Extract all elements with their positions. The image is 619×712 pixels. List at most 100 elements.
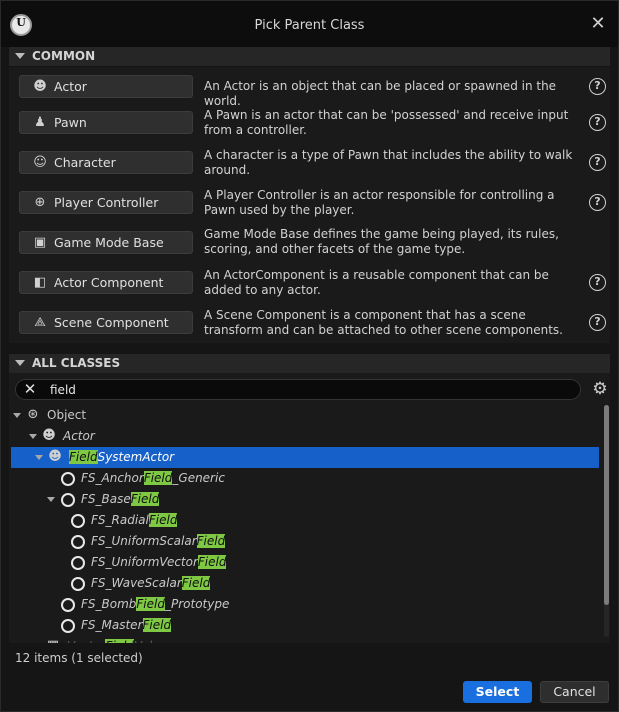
search-box[interactable]: ✕ — [15, 379, 581, 400]
dialog-title: Pick Parent Class — [254, 18, 365, 33]
help-icon[interactable]: ? — [589, 78, 606, 95]
pick-parent-class-dialog: U Pick Parent Class ✕ COMMON ☻ Actor An Ac… — [0, 0, 619, 712]
help-icon[interactable]: ? — [589, 314, 606, 331]
scene-component-button[interactable]: ⟁ Scene Component — [19, 311, 193, 334]
actor-component-icon: ◧ — [33, 275, 47, 290]
actor-component-button[interactable]: ◧ Actor Component — [19, 271, 193, 294]
scrollbar-thumb[interactable] — [604, 405, 609, 605]
object-icon: ⊛ — [27, 407, 39, 422]
circle-icon — [71, 577, 85, 591]
all-classes-panel: ✕ ⚙ ⊛Object☻Actor☻FieldSystemActorFS_Anc… — [9, 373, 610, 643]
class-button-label: Actor Component — [54, 275, 164, 290]
expand-arrow-icon[interactable] — [35, 455, 43, 460]
class-button-label: Pawn — [54, 115, 87, 130]
collapse-arrow-icon — [15, 52, 25, 59]
pawn-icon: ♟ — [34, 115, 46, 130]
tree-row[interactable]: ⊛ Object — [9, 405, 601, 426]
circle-icon — [71, 535, 85, 549]
circle-icon — [61, 619, 75, 633]
player-controller-button[interactable]: ⊕ Player Controller — [19, 191, 193, 214]
select-button[interactable]: Select — [463, 681, 532, 703]
gamepad-icon: ⊕ — [34, 195, 46, 210]
class-button-label: Character — [54, 155, 116, 170]
circle-icon — [61, 472, 75, 486]
collapse-arrow-icon — [15, 359, 25, 366]
class-button-label: Game Mode Base — [54, 235, 164, 250]
tree-label: FS_UniformVectorField — [91, 555, 227, 569]
status-text: 12 items (1 selected) — [15, 651, 143, 665]
close-icon[interactable]: ✕ — [589, 15, 607, 34]
tree-label: VectorFieldVolume — [67, 636, 179, 643]
tree-row[interactable]: ☻ Actor — [9, 426, 601, 447]
character-icon: ☺ — [33, 155, 47, 170]
class-description: A character is a type of Pawn that inclu… — [204, 148, 573, 177]
pawn-button[interactable]: ♟ Pawn — [19, 111, 193, 134]
class-description: A Scene Component is a component that ha… — [204, 308, 563, 337]
tree-row[interactable]: FS_WaveScalarField — [9, 573, 601, 594]
game-mode-base-button[interactable]: ▣ Game Mode Base — [19, 231, 193, 254]
game-mode-icon: ▣ — [33, 235, 47, 250]
tree-row[interactable]: FS_MasterField — [9, 615, 601, 636]
clear-search-icon[interactable]: ✕ — [23, 382, 37, 397]
class-description: An ActorComponent is a reusable componen… — [204, 268, 549, 297]
tree-label: Object — [47, 408, 87, 422]
expand-arrow-icon[interactable] — [47, 497, 55, 502]
common-classes-panel: ☻ Actor An Actor is an object that can be … — [9, 67, 610, 343]
tree-row[interactable]: ▦ VectorFieldVolume — [9, 636, 601, 643]
tree-label: FS_AnchorField_Generic — [81, 471, 225, 485]
tree-row[interactable]: FS_BombField_Prototype — [9, 594, 601, 615]
circle-icon — [61, 493, 75, 507]
help-icon[interactable]: ? — [589, 274, 606, 291]
tree-row[interactable]: FS_RadialField — [9, 510, 601, 531]
expand-arrow-icon[interactable] — [13, 413, 21, 418]
common-row-actor: ☻ Actor An Actor is an object that can be … — [19, 75, 610, 108]
tree-label: FS_BombField_Prototype — [81, 597, 230, 611]
help-icon[interactable]: ? — [589, 154, 606, 171]
common-row-actor-component: ◧ Actor Component An ActorComponent is a r… — [19, 268, 610, 297]
class-description: Game Mode Base defines the game being pl… — [204, 227, 559, 256]
tree-scrollbar[interactable] — [604, 405, 609, 637]
class-description: A Player Controller is an actor responsi… — [204, 188, 555, 217]
actor-button[interactable]: ☻ Actor — [19, 75, 193, 98]
actor-icon: ☻ — [42, 428, 56, 443]
circle-icon — [71, 556, 85, 570]
tree-row[interactable]: ☻ FieldSystemActor — [11, 447, 599, 468]
circle-icon — [71, 514, 85, 528]
tree-label: FieldSystemActor — [69, 450, 175, 464]
common-row-player-controller: ⊕ Player Controller A Player Controller is… — [19, 188, 610, 217]
actor-icon: ☻ — [48, 449, 62, 464]
all-classes-section-header[interactable]: ALL CLASSES — [9, 354, 610, 373]
expand-arrow-icon[interactable] — [29, 434, 37, 439]
tree-label: FS_WaveScalarField — [91, 576, 211, 590]
circle-icon — [61, 598, 75, 612]
common-row-character: ☺ Character A character is a type of Pawn … — [19, 148, 610, 177]
character-button[interactable]: ☺ Character — [19, 151, 193, 174]
volume-icon: ▦ — [45, 638, 61, 643]
tree-row[interactable]: FS_BaseField — [9, 489, 601, 510]
cancel-button[interactable]: Cancel — [540, 681, 609, 703]
actor-icon: ☻ — [33, 79, 47, 94]
common-row-game-mode-base: ▣ Game Mode Base Game Mode Base defines th… — [19, 227, 610, 256]
tree-row[interactable]: FS_UniformVectorField — [9, 552, 601, 573]
common-section-header[interactable]: COMMON — [9, 47, 610, 66]
class-description: A Pawn is an actor that can be 'possesse… — [204, 108, 569, 137]
class-tree: ⊛ Object ☻ Actor ☻ FieldSystemActor FS_AnchorF… — [9, 405, 601, 643]
common-row-scene-component: ⟁ Scene Component A Scene Component is a c… — [19, 308, 610, 337]
tree-row[interactable]: FS_AnchorField_Generic — [9, 468, 601, 489]
tree-label: FS_RadialField — [91, 513, 178, 527]
tree-label: FS_BaseField — [81, 492, 160, 506]
class-button-label: Scene Component — [54, 315, 169, 330]
tree-row[interactable]: FS_UniformScalarField — [9, 531, 601, 552]
scene-component-icon: ⟁ — [34, 315, 46, 330]
help-icon[interactable]: ? — [589, 194, 606, 211]
common-row-pawn: ♟ Pawn A Pawn is an actor that can be 'pos… — [19, 108, 610, 137]
search-input[interactable] — [50, 382, 550, 398]
tree-label: FS_UniformScalarField — [91, 534, 226, 548]
class-button-label: Actor — [54, 79, 87, 94]
gear-icon[interactable]: ⚙ — [591, 380, 609, 398]
title-bar: U Pick Parent Class ✕ — [1, 1, 618, 47]
help-icon[interactable]: ? — [589, 114, 606, 131]
tree-label: FS_MasterField — [81, 618, 172, 632]
tree-label: Actor — [63, 429, 95, 443]
class-description: An Actor is an object that can be placed… — [204, 79, 557, 108]
